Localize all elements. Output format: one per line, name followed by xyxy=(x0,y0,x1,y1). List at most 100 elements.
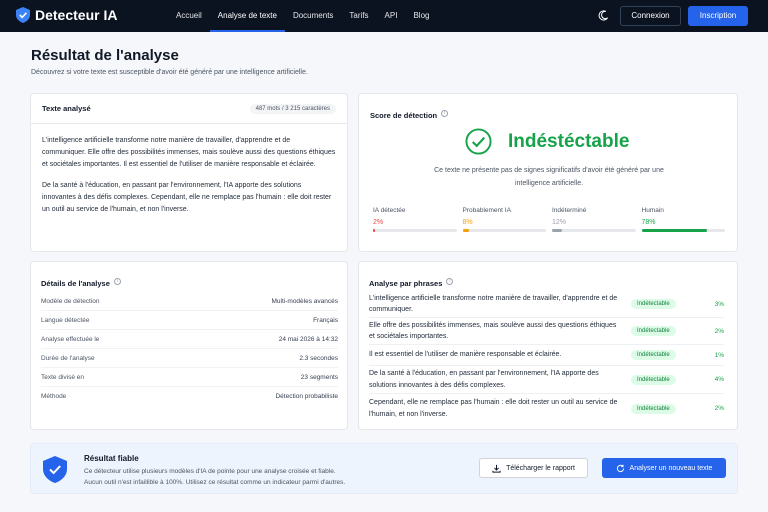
analysis-details-card: Détails de l'analyse i Modèle de détectio… xyxy=(30,261,348,430)
sentence-percent: 2% xyxy=(714,327,724,335)
nav-accueil[interactable]: Accueil xyxy=(168,0,210,32)
brand-name: Detecteur IA xyxy=(35,7,118,23)
sentence-text: L'intelligence artificielle transforme n… xyxy=(369,294,618,314)
shield-check-icon xyxy=(43,456,67,483)
metric-label: Probablement IA xyxy=(462,207,511,214)
detail-value: Français xyxy=(313,316,338,324)
sentence-percent: 3% xyxy=(714,300,724,308)
details-title-row: Détails de l'analyse i xyxy=(41,273,121,291)
analyze-new-text-button[interactable]: Analyser un nouveau texte xyxy=(602,458,726,478)
top-navigation-bar: Detecteur IA Accueil Analyse de texte Do… xyxy=(0,0,768,32)
banner-title: Résultat fiable xyxy=(84,454,139,463)
metric-bar-fill xyxy=(462,229,470,232)
metric-label: IA détectée xyxy=(373,207,406,214)
phrases-title: Analyse par phrases xyxy=(369,279,443,288)
sentence-percent: 2% xyxy=(714,405,724,412)
banner-description: Ce détecteur utilise plusieurs modèles d… xyxy=(84,466,414,488)
detail-value: Multi-modèles avancés xyxy=(271,297,338,305)
check-circle-icon xyxy=(465,128,492,155)
sentence-text: De la santé à l'éducation, en passant pa… xyxy=(369,370,599,389)
sentence-status-badge: Indétectable xyxy=(631,403,676,414)
download-icon xyxy=(492,464,501,473)
signup-button[interactable]: Inscription xyxy=(688,6,748,26)
metric-bar xyxy=(552,229,636,232)
detail-row: Modèle de détection Multi-modèles avancés xyxy=(41,292,338,311)
sentence-status-badge: Indétectable xyxy=(631,374,676,385)
info-icon[interactable]: i xyxy=(446,278,454,286)
banner-description-line: Ce détecteur utilise plusieurs modèles d… xyxy=(84,468,336,475)
sentence-percent: 4% xyxy=(714,376,724,383)
metric-probablement-ia: Probablement IA 8% xyxy=(462,207,546,232)
brand-logo[interactable]: Detecteur IA xyxy=(16,7,117,23)
sentence-row[interactable]: Elle offre des possibilités immenses, ma… xyxy=(369,318,724,345)
page-subtitle: Découvrez si votre texte est susceptible… xyxy=(31,69,308,76)
analyzed-text-title: Texte analysé xyxy=(42,104,91,113)
detail-value: 24 mai 2026 à 14:32 xyxy=(278,335,338,343)
metric-bar xyxy=(373,229,457,232)
detail-label: Modèle de détection xyxy=(41,297,100,305)
refresh-icon xyxy=(616,464,624,472)
main-nav: Accueil Analyse de texte Documents Tarif… xyxy=(168,0,437,32)
metric-humain: Humain 78% xyxy=(641,207,725,232)
score-verdict: Indéstéctable xyxy=(508,130,630,152)
detail-label: Durée de l'analyse xyxy=(41,354,95,362)
detail-label: Analyse effectuée le xyxy=(41,335,100,343)
metric-bar-fill xyxy=(552,229,563,232)
metric-bar-fill xyxy=(373,229,375,232)
metric-bar-fill xyxy=(641,229,707,232)
nav-analyse-de-texte[interactable]: Analyse de texte xyxy=(209,0,286,32)
metric-ia-detectee: IA détectée 2% xyxy=(373,207,457,232)
detail-value: 23 segments xyxy=(300,373,338,381)
analyzed-text-card: Texte analysé 487 mots / 3 215 caractère… xyxy=(30,93,348,252)
page-title: Résultat de l'analyse xyxy=(31,47,179,64)
login-button[interactable]: Connexion xyxy=(620,6,681,26)
sentence-text: Il est essentiel de l'utiliser de manièr… xyxy=(369,351,562,359)
analyzed-text-header: Texte analysé 487 mots / 3 215 caractère… xyxy=(31,94,347,124)
score-title-row: Score de détection i xyxy=(370,105,449,123)
nav-documents[interactable]: Documents xyxy=(285,0,341,32)
sentence-status-badge: Indétectable xyxy=(631,350,676,360)
shield-logo-icon xyxy=(16,7,30,23)
sentence-row[interactable]: Il est essentiel de l'utiliser de manièr… xyxy=(369,345,724,366)
nav-blog[interactable]: Blog xyxy=(405,0,437,32)
detail-label: Méthode xyxy=(41,393,67,400)
sentence-row[interactable]: De la santé à l'éducation, en passant pa… xyxy=(369,366,724,394)
detail-label: Texte divisé en xyxy=(41,373,84,381)
download-report-button[interactable]: Télécharger le rapport xyxy=(479,458,588,478)
sentence-row[interactable]: Cependant, elle ne remplace pas l'humain… xyxy=(369,394,724,423)
sentence-analysis-card: Analyse par phrases i L'intelligence arti… xyxy=(358,261,738,430)
score-metrics: IA détectée 2% Probablement IA 8% Indéte… xyxy=(373,207,725,232)
metric-value: 2% xyxy=(373,219,384,226)
metric-value: 8% xyxy=(462,219,473,226)
sentence-status-badge: Indétectable xyxy=(631,299,676,309)
info-icon[interactable]: i xyxy=(441,110,449,118)
score-verdict-row: Indéstéctable xyxy=(465,128,629,155)
sentence-row[interactable]: L'intelligence artificielle transforme n… xyxy=(369,291,724,318)
score-description: Ce texte ne présente pas de signes signi… xyxy=(434,167,664,187)
detail-value: 2.3 secondes xyxy=(299,354,338,362)
analyzed-paragraph: De la santé à l'éducation, en passant pa… xyxy=(42,182,332,213)
detail-row: Durée de l'analyse 2.3 secondes xyxy=(41,349,338,368)
sentence-percent: 1% xyxy=(714,351,724,359)
word-count-badge: 487 mots / 3 215 caractères xyxy=(249,103,336,114)
score-title: Score de détection xyxy=(370,111,438,120)
detail-row: Texte divisé en 23 segments xyxy=(41,368,338,387)
metric-indetermine: Indéterminé 12% xyxy=(552,207,636,232)
phrases-title-row: Analyse par phrases i xyxy=(369,273,454,291)
sentence-text: Cependant, elle ne remplace pas l'humain… xyxy=(369,399,618,418)
nav-api[interactable]: API xyxy=(377,0,406,32)
detail-row: Méthode Détection probabiliste xyxy=(41,387,338,406)
detail-row: Langue détectée Français xyxy=(41,311,338,330)
nav-tarifs[interactable]: Tarifs xyxy=(341,0,376,32)
metric-bar xyxy=(462,229,546,232)
detail-label: Langue détectée xyxy=(41,316,90,324)
metric-label: Humain xyxy=(641,207,664,214)
banner-description-line: Aucun outil n'est infaillible à 100%. Ut… xyxy=(84,479,346,486)
detail-value: Détection probabiliste xyxy=(275,393,338,400)
metric-value: 12% xyxy=(552,219,567,226)
info-icon[interactable]: i xyxy=(113,278,121,286)
analyze-new-text-label: Analyser un nouveau texte xyxy=(629,464,713,472)
sentence-status-badge: Indétectable xyxy=(631,326,676,336)
moon-icon[interactable] xyxy=(598,10,609,21)
download-report-label: Télécharger le rapport xyxy=(506,464,575,472)
